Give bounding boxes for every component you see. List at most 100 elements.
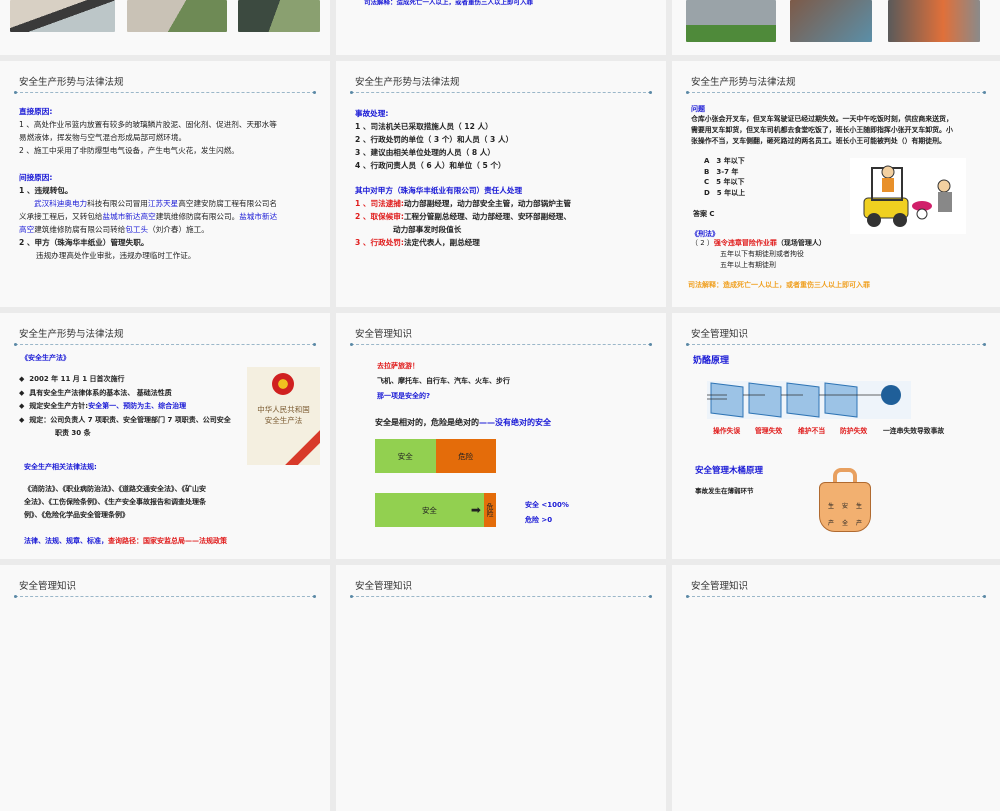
barrel-char: 生 bbox=[855, 503, 862, 510]
slide-thumbnail[interactable]: 司法解释：造成死亡一人以上，或者重伤三人以上即可入罪 bbox=[336, 0, 666, 55]
text: （ 2 ） bbox=[691, 239, 714, 247]
heading: 奶酪原理 bbox=[693, 356, 730, 366]
danger-segment: 危险 bbox=[483, 493, 496, 527]
danger-segment: 危险 bbox=[435, 439, 496, 473]
slide-title: 安全管理知识 bbox=[19, 581, 77, 592]
safe-segment: 安全 bbox=[375, 439, 436, 473]
law-book-cover: 中华人民共和国 安全生产法 bbox=[247, 367, 320, 465]
list-item: 4 、行政问责人员（ 6 人）和单位（ 5 个） bbox=[355, 161, 506, 170]
slide-thumbnail[interactable] bbox=[0, 0, 330, 55]
slide-title: 安全管理知识 bbox=[355, 329, 413, 340]
law-list-line: 例》、《危险化学品安全管理条例》 bbox=[24, 511, 129, 519]
company: 武汉科迪奥电力 bbox=[34, 199, 88, 208]
text: 建筑维修防腐有限公司。 bbox=[155, 212, 240, 221]
barrel-char: 安 bbox=[841, 503, 848, 510]
text-line: 事故发生在薄弱环节 bbox=[695, 487, 754, 495]
text: 法定代表人，副总经理 bbox=[403, 238, 480, 247]
answer: 答案 C bbox=[693, 210, 715, 218]
law-list-line: 《消防法》、《职业病防治法》、《道路交通安全法》、《矿山安 bbox=[24, 485, 206, 493]
text: 科技有限公司冒用 bbox=[87, 199, 148, 208]
heading: 《安全生产法》 bbox=[21, 354, 70, 362]
photo-fire bbox=[888, 0, 980, 42]
policy: 安全第一、预防为主、综合治理 bbox=[88, 402, 187, 410]
slide-safety-law[interactable]: 安全生产形势与法律法规 《安全生产法》 ◆ 2002 年 11 月 1 日首次施… bbox=[0, 313, 330, 559]
failure-label: 维护不当 bbox=[798, 427, 826, 435]
label: 安全 bbox=[421, 505, 437, 515]
slide-relative-safety[interactable]: 安全管理知识 去拉萨旅游！ 飞机、摩托车、自行车、汽车、火车、步行 那一项是安全… bbox=[336, 313, 666, 559]
failure-label: 管理失效 bbox=[755, 427, 783, 435]
title-divider bbox=[686, 595, 986, 598]
text: 义承接工程后，又转包给 bbox=[19, 212, 103, 221]
slide-direct-causes[interactable]: 安全生产形势与法律法规 直接原因: 1 、高处作业吊篮内放置有较多的玻璃鳞片胶泥… bbox=[0, 61, 330, 307]
slide-thumbnail[interactable]: 安全管理知识 bbox=[672, 565, 1000, 811]
title-divider bbox=[14, 343, 316, 346]
bullet: ◆ 具有安全生产法律体系的基本法、 基础法性质 bbox=[19, 388, 172, 397]
heading: 其中对甲方（珠海华丰纸业有限公司）责任人处理 bbox=[355, 186, 523, 195]
title-divider bbox=[350, 343, 652, 346]
contractor: 包工头 bbox=[125, 225, 149, 234]
list-item: 2 、行政处罚的单位（ 3 个）和人员（ 3 人） bbox=[355, 135, 514, 144]
text-line: 武汉科迪奥电力科技有限公司冒用江苏天星高空建安防腐工程有限公司名 bbox=[34, 198, 277, 211]
list-item: 1 、司法机关已采取措施人员（ 12 人） bbox=[355, 122, 493, 131]
judicial-note: 司法解释：造成死亡一人以上，或者重伤三人以上即可入罪 bbox=[364, 0, 533, 6]
barrel-char: 全 bbox=[841, 520, 848, 527]
text-line: 义承接工程后，又转包给盐城市新达高空建筑维修防腐有限公司。盐城市新达 bbox=[19, 211, 277, 224]
list-item: 1 、司法逮捕:动力部副经理，动力部安全主管，动力部锅炉主管 bbox=[355, 198, 571, 211]
label: 3 、行政处罚: bbox=[355, 238, 404, 247]
text-line: 1 、违规转包。 bbox=[19, 186, 73, 195]
text: 安全是相对的，危险是绝对的 bbox=[375, 418, 479, 427]
list-item: 2 、取保候审:工程分管副总经理、动力部经理、安环部副经理、 bbox=[355, 211, 571, 224]
text-line: 高空建筑维修防腐有限公司转给包工头（刘介春）施工。 bbox=[19, 224, 209, 237]
heading: 安全生产相关法律法规: bbox=[24, 463, 97, 471]
slide-thumbnail[interactable]: 安全管理知识 bbox=[0, 565, 330, 811]
slide-forklift-question[interactable]: 安全生产形势与法律法规 问题 仓库小张会开叉车，但叉车驾驶证已经过期失效。一天中… bbox=[672, 61, 1000, 307]
book-title: 中华人民共和国 bbox=[257, 405, 310, 414]
failure-label: 防护失效 bbox=[840, 427, 868, 435]
text: 具有安全生产法律体系的基本法、 基础法性质 bbox=[29, 388, 172, 397]
option: D 5 年以上 bbox=[704, 188, 746, 197]
law-list-line: 全法》、《工伤保险条例》、《生产安全事故报告和调查处理条 bbox=[24, 498, 206, 506]
photo-facade bbox=[238, 0, 320, 32]
text-line: 易燃液体，挥发物与空气混合形成局部可燃环境。 bbox=[19, 133, 187, 142]
text-line: 那一项是安全的? bbox=[377, 392, 431, 400]
photo-scaffold bbox=[790, 0, 872, 42]
swiss-cheese-diagram bbox=[707, 381, 911, 419]
safety-bar-equal: 安全 危险 bbox=[375, 439, 496, 473]
barrel-body: 生安生 产全产 bbox=[819, 482, 871, 532]
slide-title: 安全生产形势与法律法规 bbox=[355, 77, 460, 88]
summary: 一连串失效导致事故 bbox=[883, 427, 945, 435]
title-divider bbox=[350, 91, 652, 94]
accident-burst-icon bbox=[881, 385, 901, 405]
text: 规定：公司负责人 7 项职责、安全管理部门 7 项职责、公司安全 bbox=[29, 415, 231, 424]
red-ribbon bbox=[279, 428, 320, 465]
footer-line: 法律、法规、规章、标准，查询路径：国家安监总局——法规政策 bbox=[24, 535, 227, 548]
title-divider bbox=[350, 595, 652, 598]
slide-cheese-barrel[interactable]: 安全管理知识 奶酪原理 操作失误 管理失效 维护不当 防护失效 一连串失效导致事… bbox=[672, 313, 1000, 559]
question-line: 需要用叉车卸货，但叉车司机都去食堂吃饭了，班长小王随即指挥小张开叉车卸货。小 bbox=[691, 126, 953, 134]
slide-thumbnail[interactable]: 安全管理知识 bbox=[336, 565, 666, 811]
text-line: 2 、甲方（珠海华丰纸业）管理失职。 bbox=[19, 238, 149, 247]
text: 2002 年 11 月 1 日首次施行 bbox=[29, 375, 125, 383]
text: （现场管理人） bbox=[776, 239, 826, 247]
stat: 安全 <100% bbox=[525, 501, 569, 509]
option: B 3-7 年 bbox=[704, 167, 739, 176]
slide-title: 安全管理知识 bbox=[355, 581, 413, 592]
slide-accident-handling[interactable]: 安全生产形势与法律法规 事故处理: 1 、司法机关已采取措施人员（ 12 人） … bbox=[336, 61, 666, 307]
text: 职责 30 条 bbox=[55, 429, 91, 437]
text: 工程分管副总经理、动力部经理、安环部副经理、 bbox=[403, 212, 571, 221]
slide-title: 安全生产形势与法律法规 bbox=[19, 329, 124, 340]
company: 江苏天星 bbox=[147, 199, 179, 208]
arrow-right-icon: ➡ bbox=[470, 503, 481, 517]
photo-cooling-towers bbox=[686, 0, 776, 42]
option: A 3 年以下 bbox=[704, 157, 745, 165]
book-title: 安全生产法 bbox=[264, 416, 303, 425]
bullet: ◆ 规定：公司负责人 7 项职责、安全管理部门 7 项职责、公司安全 bbox=[19, 415, 231, 424]
text: 建筑维修防腐有限公司转给 bbox=[34, 225, 126, 234]
text-line: 1 、高处作业吊篮内放置有较多的玻璃鳞片胶泥、固化剂、促进剂、天那水等 bbox=[19, 120, 277, 129]
company: 盐城市新达 bbox=[239, 212, 278, 221]
slide-thumbnail[interactable] bbox=[672, 0, 1000, 55]
photo-building bbox=[127, 0, 227, 32]
heading: 直接原因: bbox=[19, 107, 53, 116]
barrel-char: 产 bbox=[827, 520, 834, 527]
slide-title: 安全管理知识 bbox=[691, 329, 749, 340]
